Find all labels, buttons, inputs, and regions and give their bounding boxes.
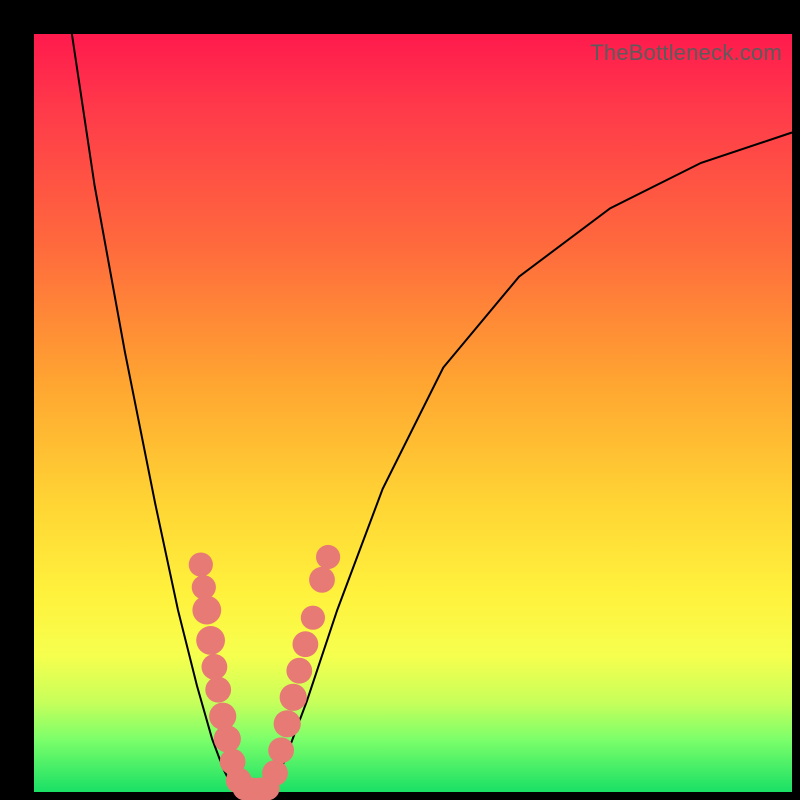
bead-right	[268, 737, 294, 763]
bead-left	[192, 596, 221, 625]
curve-svg	[34, 34, 792, 792]
bead-right	[280, 684, 307, 711]
v-curve-path	[72, 34, 792, 792]
bead-left	[209, 703, 236, 730]
outer-frame: TheBottleneck.com	[0, 0, 800, 800]
bead-left	[202, 654, 228, 680]
bead-left	[196, 626, 225, 655]
bead-left	[214, 725, 241, 752]
bead-right	[301, 606, 325, 630]
bead-right	[286, 658, 312, 684]
bead-left	[205, 677, 231, 703]
plot-area: TheBottleneck.com	[34, 34, 792, 792]
bead-right	[316, 545, 340, 569]
bead-group	[189, 545, 341, 800]
bead-right	[293, 631, 319, 657]
bead-right	[274, 710, 301, 737]
bead-right	[262, 760, 288, 786]
bead-left	[192, 575, 216, 599]
bead-right	[309, 567, 335, 593]
bead-left	[189, 553, 213, 577]
